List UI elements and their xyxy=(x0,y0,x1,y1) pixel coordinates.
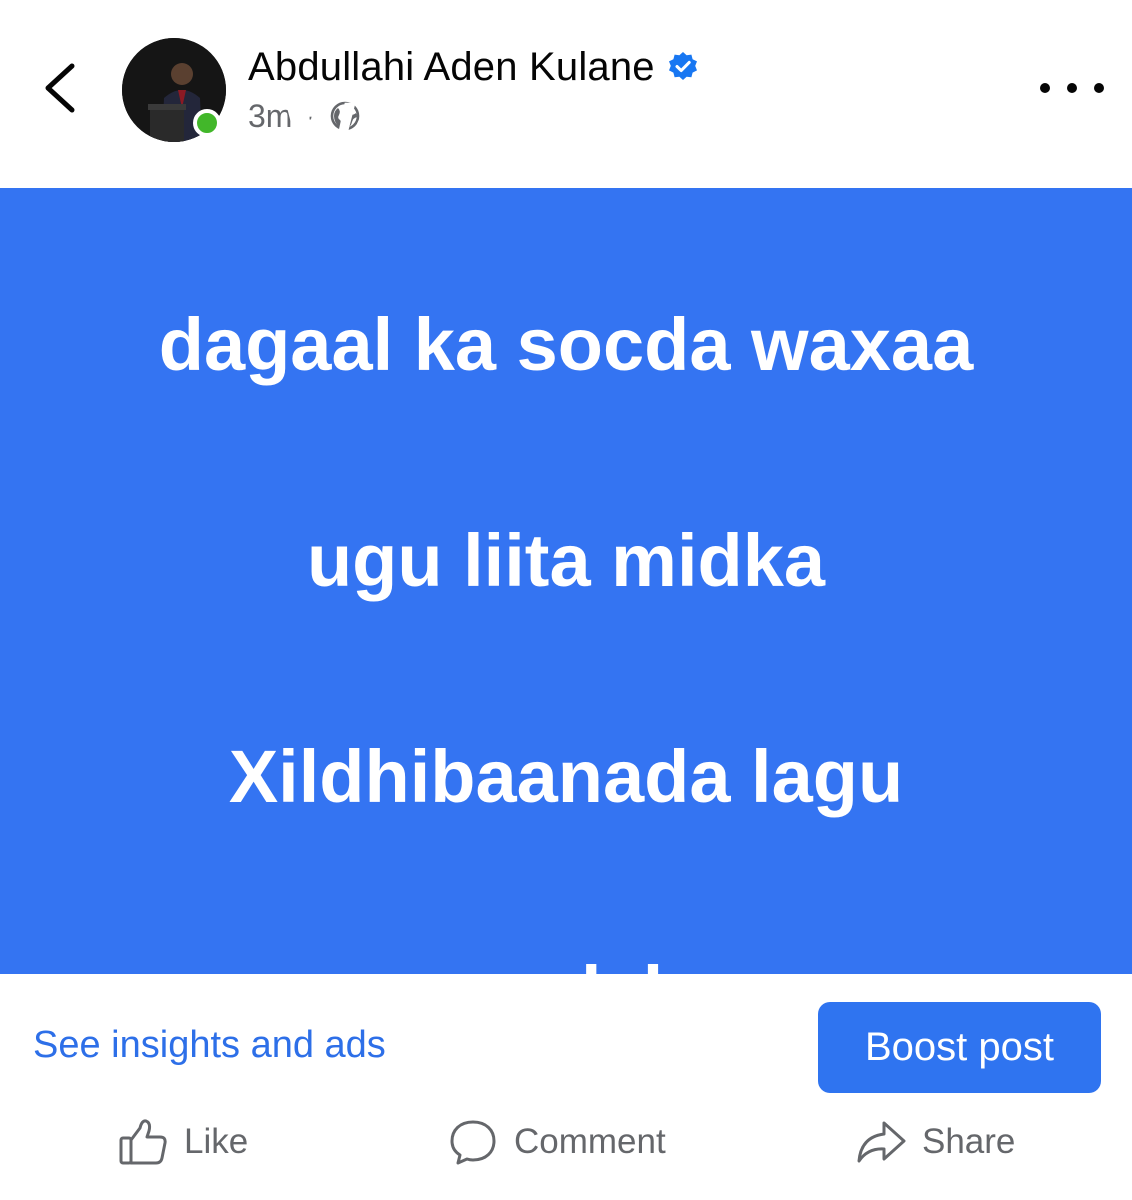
comment-button[interactable]: Comment xyxy=(446,1110,666,1174)
thumbs-up-icon xyxy=(119,1119,167,1165)
like-button[interactable]: Like xyxy=(116,1110,248,1174)
comment-bubble-icon xyxy=(450,1120,496,1165)
post-text-card[interactable]: Waxa adduunka dagaal ka socda waxaa ugu … xyxy=(0,87,1132,1034)
post-line: Xildhibaanada lagu xyxy=(228,735,904,818)
post-body-text: Waxa adduunka dagaal ka socda waxaa ugu … xyxy=(66,0,1066,1155)
more-options-dot xyxy=(1067,83,1077,93)
post-line: ugu liita midka xyxy=(306,519,826,602)
share-label: Share xyxy=(922,1122,1016,1161)
comment-label: Comment xyxy=(514,1122,666,1161)
post-line: Waxa adduunka xyxy=(285,87,847,170)
like-label: Like xyxy=(184,1122,249,1161)
share-button[interactable]: Share xyxy=(854,1110,1015,1174)
boost-post-button[interactable]: Boost post xyxy=(818,1002,1101,1093)
see-insights-link[interactable]: See insights and ads xyxy=(33,1024,386,1067)
more-options-dot xyxy=(1094,83,1104,93)
post-actions-bar: Like Comment Share xyxy=(0,1110,1132,1174)
post-line: dagaal ka socda waxaa xyxy=(158,303,974,386)
share-arrow-icon xyxy=(857,1121,906,1163)
